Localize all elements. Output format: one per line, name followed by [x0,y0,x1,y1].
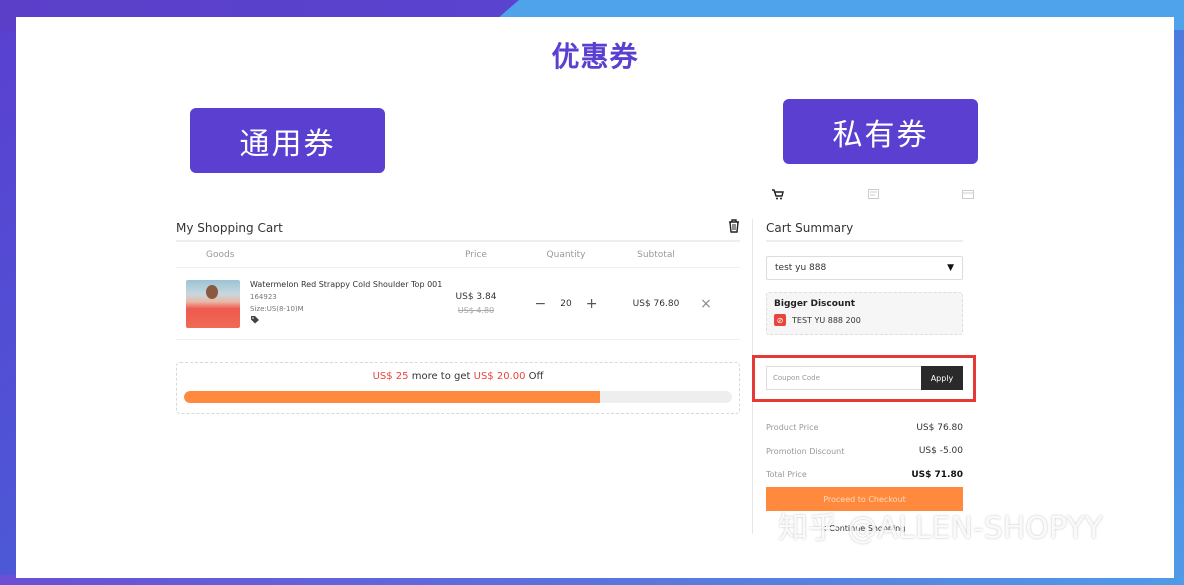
promo-suffix: Off [528,371,544,382]
cart-title: My Shopping Cart [176,221,283,235]
cart-column-headers: Goods Price Quantity Subtotal [176,242,740,268]
cart-summary: Cart Summary test yu 888 ▼ Bigger Discou… [766,220,963,335]
original-price: US$ 4.80 [457,305,495,315]
promo-middle-text: more to get [411,371,471,382]
trash-icon[interactable] [728,219,740,237]
decrease-quantity-button[interactable]: − [535,296,547,312]
promotion-progress-box: US$ 25 more to get US$ 20.00 Off [176,362,740,414]
promo-amount-needed: US$ 25 [372,371,409,382]
payment-icon [962,189,974,202]
coupon-code-input[interactable]: Coupon Code [766,366,921,390]
total-price-row: Total Price US$ 71.80 [766,463,963,487]
product-price-label: Product Price [766,423,819,433]
private-coupon-tag: 私有券 [783,99,978,164]
total-price-label: Total Price [766,470,807,480]
discount-coupon-line: ⊘ TEST YU 888 200 [774,314,955,326]
promotion-progress-fill [184,391,601,403]
selected-coupon: test yu 888 [775,263,827,273]
apply-coupon-button[interactable]: Apply [921,366,963,390]
chevron-down-icon: ▼ [947,263,954,273]
promotion-discount-row: Promotion Discount US$ -5.00 [766,440,963,464]
discount-box: Bigger Discount ⊘ TEST YU 888 200 [766,292,963,335]
promo-discount: US$ 20.00 [473,371,526,382]
summary-title: Cart Summary [766,220,963,242]
quantity-value[interactable]: 20 [560,299,571,309]
promotion-progress-bar [184,391,732,403]
column-subtotal: Subtotal [637,249,675,260]
product-price-value: US$ 76.80 [916,422,963,433]
watermark: 知乎 @ALLEN-SHOPYY [778,511,1104,546]
quantity-stepper: − 20 + [506,296,626,312]
shopping-cart: My Shopping Cart Goods Price Quantity Su… [176,219,740,340]
promotion-discount-label: Promotion Discount [766,446,845,456]
coupon-select[interactable]: test yu 888 ▼ [766,256,963,280]
total-price-value: US$ 71.80 [911,469,963,480]
general-coupon-tag: 通用券 [190,108,385,173]
promotion-text: US$ 25 more to get US$ 20.00 Off [177,371,739,382]
price-tag-icon [250,315,446,328]
discount-coupon-name: TEST YU 888 200 [792,315,861,325]
cart-item-row: Watermelon Red Strappy Cold Shoulder Top… [176,268,740,340]
discount-title: Bigger Discount [774,299,856,309]
product-price-row: Product Price US$ 76.80 [766,416,963,440]
increase-quantity-button[interactable]: + [586,296,598,312]
checkout-icon [868,189,879,202]
column-goods: Goods [206,249,235,260]
column-price: Price [465,249,487,260]
promotion-discount-value: US$ -5.00 [918,446,963,457]
column-quantity: Quantity [546,249,586,260]
slide-title: 优惠券 [551,40,639,73]
coupon-icon: ⊘ [774,314,786,326]
product-price: US$ 3.84 US$ 4.80 [446,290,506,318]
checkout-steps [772,189,977,203]
price-totals: Product Price US$ 76.80 Promotion Discou… [766,416,963,487]
product-info: Watermelon Red Strappy Cold Shoulder Top… [250,279,446,328]
cart-icon [772,189,784,203]
cart-header: My Shopping Cart [176,219,740,242]
current-price: US$ 3.84 [455,291,497,302]
product-thumbnail[interactable] [186,279,240,328]
product-size: Size:US(8-10)M [250,305,304,313]
product-name[interactable]: Watermelon Red Strappy Cold Shoulder Top… [250,279,446,291]
item-subtotal: US$ 76.80 [632,298,680,309]
product-sku: 164923 [250,293,277,301]
remove-item-icon[interactable]: × [686,296,726,312]
